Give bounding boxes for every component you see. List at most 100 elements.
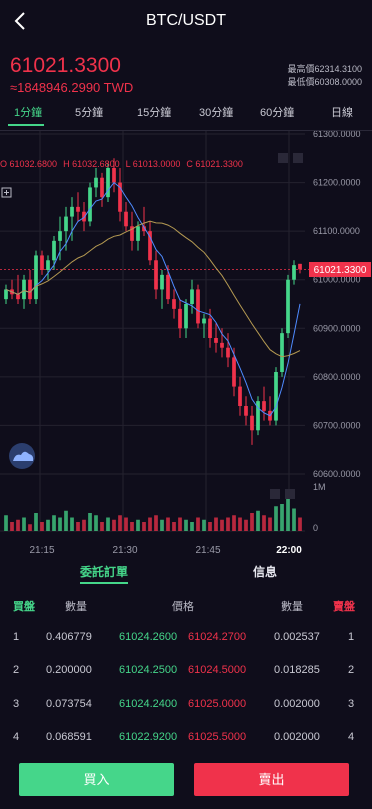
volume-bar [112, 519, 116, 531]
candle-body [262, 401, 266, 411]
tab-60m[interactable]: 60分鐘 [260, 104, 294, 120]
row-index: 3 [13, 698, 20, 710]
candle-body [34, 255, 38, 300]
candle-body [178, 308, 182, 329]
volume-bar [28, 524, 32, 531]
candle-body [58, 231, 62, 241]
bid-qty: 0.068591 [46, 731, 92, 743]
axis-labels: 61300.000061200.000061100.000061000.0000… [29, 131, 360, 556]
tab-30m[interactable]: 30分鐘 [199, 104, 233, 120]
ma-line [5, 220, 301, 358]
ask-qty-header: 數量 [281, 601, 303, 613]
volume-bar [46, 519, 50, 531]
candle-body [40, 255, 44, 270]
moving-averages [5, 181, 301, 417]
candle-body [82, 211, 86, 222]
candle-body [112, 168, 116, 183]
volume-bar [106, 517, 110, 531]
candle-body [244, 406, 248, 416]
candle-body [286, 279, 290, 334]
bid-price: 61024.2600 [119, 631, 178, 643]
candle-body [100, 177, 104, 198]
ma-line [5, 181, 301, 417]
orderbook-row[interactable]: 2 0.200000 61024.2500 61024.5000 0.01828… [0, 664, 372, 682]
candle-body [214, 338, 218, 343]
volume-bar [184, 519, 188, 531]
row-index: 4 [13, 731, 20, 743]
indicator-close-icon[interactable] [293, 153, 303, 163]
candlestick-chart[interactable]: 61300.000061200.000061100.000061000.0000… [0, 131, 372, 561]
candle-body [22, 279, 26, 300]
orderbook-row[interactable]: 4 0.068591 61022.9200 61025.5000 0.00200… [0, 731, 372, 749]
tab-1m[interactable]: 1分鐘 [14, 104, 42, 120]
bid-price: 61024.2400 [119, 698, 178, 710]
ask-qty: 0.002000 [274, 731, 320, 743]
row-index-right: 3 [348, 698, 355, 710]
buy-side-header: 買盤 [13, 601, 35, 613]
high-price: 最高價62314.3100 [287, 64, 362, 74]
volume-bar [238, 517, 242, 531]
volume-bar [268, 517, 272, 531]
volume-bar [292, 508, 296, 531]
volume-bar [142, 522, 146, 531]
volume-bar [70, 517, 74, 531]
volume-bar [34, 513, 38, 531]
row-index-right: 2 [348, 664, 355, 676]
volume-bar [232, 515, 236, 531]
y-tick-label: 60800.0000 [313, 372, 361, 382]
candle-body [220, 342, 224, 348]
candle-body [184, 304, 188, 329]
x-tick-label: 21:45 [195, 545, 220, 556]
price-block: 61021.3300 ≈1848946.2990 TWD [10, 54, 133, 95]
volume-bar [94, 515, 98, 531]
page-title: BTC/USDT [146, 12, 226, 29]
candle-body [238, 386, 242, 406]
ask-qty: 0.002000 [274, 698, 320, 710]
volume-bar [4, 515, 8, 531]
volume-bar [202, 519, 206, 531]
tab-5m[interactable]: 5分鐘 [75, 104, 103, 120]
buy-button[interactable]: 買入 [19, 763, 174, 796]
volume-bar [58, 517, 62, 531]
orderbook-row[interactable]: 3 0.073754 61024.2400 61025.0000 0.00200… [0, 698, 372, 716]
tab-orders[interactable]: 委託訂單 [80, 563, 128, 580]
candle-body [172, 299, 176, 309]
candle-body [202, 318, 206, 324]
volume-axis-label: 0 [313, 523, 318, 533]
row-index-right: 4 [348, 731, 355, 743]
volume-settings-icon[interactable] [270, 489, 280, 499]
volume-bar [52, 515, 56, 531]
volume-bar [298, 517, 302, 531]
candle-body [292, 265, 296, 280]
volume-bar [148, 517, 152, 531]
volume-bar [40, 522, 44, 531]
sell-button[interactable]: 賣出 [194, 763, 349, 796]
tab-15m[interactable]: 15分鐘 [137, 104, 171, 120]
current-price-tag-label: 61021.3300 [314, 265, 367, 276]
y-tick-label: 60600.0000 [313, 469, 361, 479]
ask-qty: 0.018285 [274, 664, 320, 676]
orderbook-row[interactable]: 1 0.406779 61024.2600 61024.2700 0.00253… [0, 631, 372, 649]
indicator-settings-icon[interactable] [278, 153, 288, 163]
candle-body [52, 240, 56, 261]
chart-grid [0, 131, 309, 531]
ohlc-readout: O 61032.6800 H 61032.6800 L 61013.0000 C 61… [0, 159, 243, 169]
volume-bar [274, 506, 278, 531]
candle-body [76, 206, 80, 212]
volume-bar [22, 517, 26, 531]
candle-body [88, 187, 92, 222]
y-tick-label: 61300.0000 [313, 131, 361, 139]
volume-close-icon[interactable] [285, 489, 295, 499]
y-tick-label: 60700.0000 [313, 420, 361, 430]
volume-bar [166, 517, 170, 531]
volume-bar [154, 515, 158, 531]
active-tab-indicator [8, 124, 44, 126]
orderbook-tabs: 委託訂單 信息 [0, 563, 372, 585]
tab-1d[interactable]: 日線 [331, 104, 353, 120]
x-tick-label: 22:00 [276, 545, 302, 556]
tab-info[interactable]: 信息 [253, 563, 277, 580]
candle-body [190, 289, 194, 304]
candle-body [298, 263, 302, 270]
candles [4, 158, 302, 445]
interval-tabs: 1分鐘 5分鐘 15分鐘 30分鐘 60分鐘 日線 [0, 104, 372, 126]
